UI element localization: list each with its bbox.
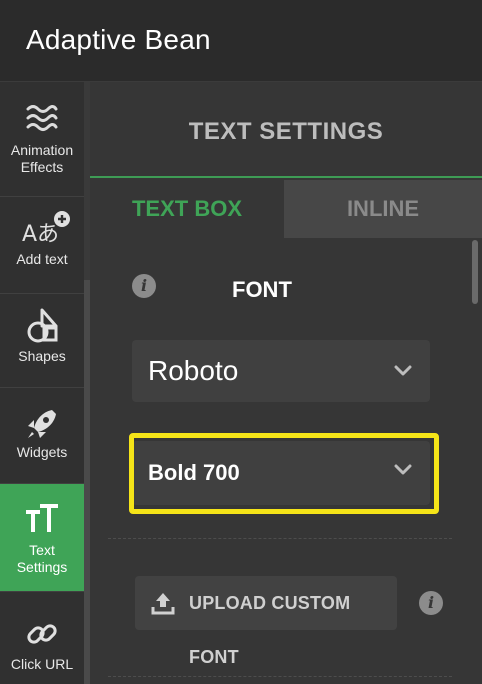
- waves-icon: [26, 105, 58, 131]
- font-section-label: FONT: [232, 277, 292, 302]
- sidebar-item-label: Widgets: [16, 444, 68, 460]
- svg-text:Aあ: Aあ: [22, 222, 59, 247]
- sidebar-item-label: Add text: [16, 251, 68, 267]
- chevron-down-icon: [394, 464, 412, 475]
- rocket-icon: [28, 410, 56, 438]
- panel-scrollbar-thumb[interactable]: [472, 240, 478, 304]
- sidebar-item-shapes[interactable]: Shapes: [0, 294, 84, 388]
- sidebar: Animation Effects Aあ Add text Shapes Wid…: [0, 82, 84, 684]
- text-settings-icon: [26, 504, 58, 532]
- tab-inline[interactable]: INLINE: [284, 180, 482, 238]
- sidebar-item-widgets[interactable]: Widgets: [0, 388, 84, 484]
- divider: [108, 676, 452, 677]
- upload-custom-font-button[interactable]: UPLOAD CUSTOM FONT: [135, 576, 397, 667]
- divider: [108, 538, 452, 539]
- tab-text-box[interactable]: TEXT BOX: [90, 180, 284, 238]
- sidebar-item-label: Animation: [10, 142, 74, 158]
- sidebar-item-label: Effects: [20, 159, 64, 175]
- shapes-icon: [27, 308, 58, 343]
- sidebar-item-add-text[interactable]: Aあ Add text: [0, 197, 84, 294]
- panel-title: TEXT SETTINGS: [188, 118, 384, 145]
- font-weight-select[interactable]: Bold 700: [132, 441, 430, 505]
- font-family-value: Roboto: [148, 355, 239, 386]
- top-bar: Adaptive Bean: [0, 0, 482, 82]
- add-text-icon: Aあ: [22, 211, 70, 247]
- upload-info-icon[interactable]: i: [419, 591, 443, 615]
- font-family-select[interactable]: Roboto: [132, 340, 430, 402]
- sidebar-item-label: Shapes: [18, 348, 66, 364]
- sidebar-item-text-settings[interactable]: Text Settings: [0, 484, 84, 592]
- upload-custom-font-label: UPLOAD CUSTOM FONT: [189, 593, 351, 667]
- sidebar-item-label: Click URL: [10, 656, 74, 672]
- sidebar-item-label: Settings: [16, 559, 68, 575]
- sidebar-item-label: Text: [29, 542, 55, 558]
- link-icon: [27, 624, 57, 644]
- font-weight-value: Bold 700: [148, 460, 240, 485]
- upload-icon: [151, 593, 175, 615]
- sidebar-item-click-url[interactable]: Click URL: [0, 592, 84, 684]
- font-info-icon[interactable]: i: [132, 274, 156, 298]
- sidebar-item-animation-effects[interactable]: Animation Effects: [0, 82, 84, 197]
- panel-header: TEXT SETTINGS: [90, 82, 482, 178]
- chevron-down-icon: [394, 365, 412, 376]
- app-title: Adaptive Bean: [26, 24, 211, 55]
